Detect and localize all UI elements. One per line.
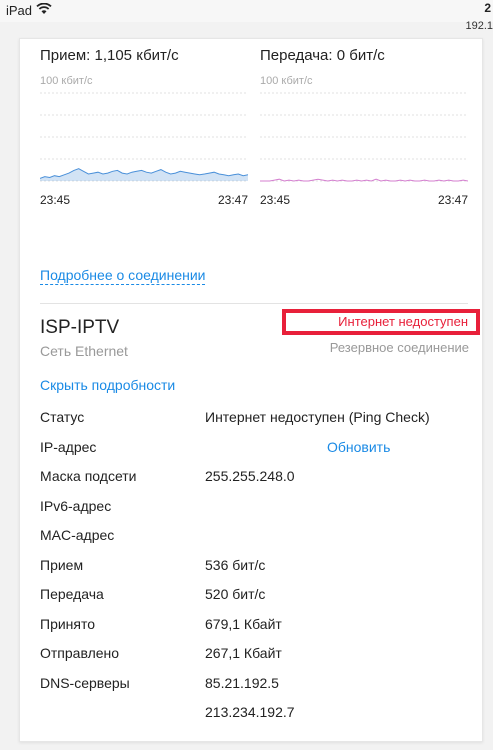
- chart-series-area: [40, 168, 248, 181]
- detail-value: Интернет недоступен (Ping Check): [205, 409, 430, 425]
- detail-value: 255.255.248.0: [205, 468, 295, 484]
- detail-label: MAC-адрес: [40, 527, 115, 543]
- detail-row-sent: Отправлено 267,1 Кбайт: [40, 639, 470, 669]
- chart-series-line: [260, 178, 468, 182]
- tx-chart: Передача: 0 бит/с 100 кбит/с 23:45 23:47: [260, 47, 468, 209]
- clock: 2: [484, 1, 491, 15]
- refresh-ip-button[interactable]: Обновить: [327, 439, 390, 455]
- detail-row-status: Статус Интернет недоступен (Ping Check): [40, 403, 470, 433]
- device-name: iPad: [6, 3, 33, 18]
- detail-label: Принято: [40, 615, 96, 632]
- rx-chart-title: Прием: 1,105 кбит/с: [40, 47, 179, 64]
- tx-chart-plot: [260, 92, 468, 182]
- ios-status-bar: iPad 2 192.1: [0, 0, 493, 32]
- rx-chart: Прием: 1,105 кбит/с 100 кбит/с 23:45 23:…: [40, 47, 248, 209]
- rx-chart-time-start: 23:45: [40, 193, 71, 207]
- detail-value: 679,1 Кбайт: [205, 615, 282, 632]
- detail-row-mac: MAC-адрес: [40, 521, 470, 551]
- detail-label: DNS-серверы: [40, 674, 130, 691]
- detail-value: 213.234.192.7: [205, 704, 295, 720]
- wifi-icon: [36, 2, 52, 18]
- interface-type: Сеть Ethernet: [40, 343, 128, 359]
- tx-chart-time-end: 23:47: [437, 193, 468, 207]
- status-ip-fragment: 192.1: [465, 20, 493, 32]
- interface-role: Резервное соединение: [329, 340, 469, 355]
- detail-label: IP-адрес: [40, 438, 97, 455]
- tx-chart-title: Передача: 0 бит/с: [260, 47, 385, 64]
- detail-label: Прием: [40, 556, 84, 573]
- connection-details-link[interactable]: Подробнее о соединении: [40, 267, 206, 285]
- detail-value: 85.21.192.5: [205, 674, 279, 691]
- rx-chart-scale: 100 кбит/с: [40, 75, 93, 87]
- detail-label: Отправлено: [40, 645, 120, 661]
- tx-chart-scale: 100 кбит/с: [260, 75, 313, 87]
- interface-name: ISP-IPTV: [40, 317, 120, 338]
- detail-value: 267,1 Кбайт: [205, 645, 282, 661]
- detail-label: IPv6-адрес: [40, 497, 112, 514]
- detail-row-rx: Прием 536 бит/с: [40, 551, 470, 581]
- detail-label: Маска подсети: [40, 468, 137, 484]
- detail-row-tx: Передача 520 бит/с: [40, 580, 470, 610]
- tx-chart-time-start: 23:45: [260, 193, 291, 207]
- detail-row-dns: DNS-серверы 85.21.192.5: [40, 669, 470, 699]
- detail-row-ip: IP-адрес Обновить: [40, 433, 470, 463]
- detail-row-mask: Маска подсети 255.255.248.0: [40, 462, 470, 492]
- detail-row-dns-2: 213.234.192.7: [40, 698, 470, 728]
- divider: [40, 303, 468, 304]
- details-table: Статус Интернет недоступен (Ping Check) …: [40, 403, 470, 728]
- detail-label: Статус: [40, 409, 85, 425]
- rx-chart-plot: [40, 92, 248, 182]
- detail-row-received: Принято 679,1 Кбайт: [40, 610, 470, 640]
- interface-status-highlight: Интернет недоступен: [282, 309, 480, 335]
- detail-row-ipv6: IPv6-адрес: [40, 492, 470, 522]
- connection-card: Прием: 1,105 кбит/с 100 кбит/с 23:45 23:…: [19, 38, 483, 742]
- rx-chart-time-end: 23:47: [217, 193, 248, 207]
- detail-value: 536 бит/с: [205, 556, 266, 573]
- hide-details-link[interactable]: Скрыть подробности: [40, 377, 175, 393]
- detail-value: 520 бит/с: [205, 586, 266, 602]
- detail-label: Передача: [40, 586, 104, 602]
